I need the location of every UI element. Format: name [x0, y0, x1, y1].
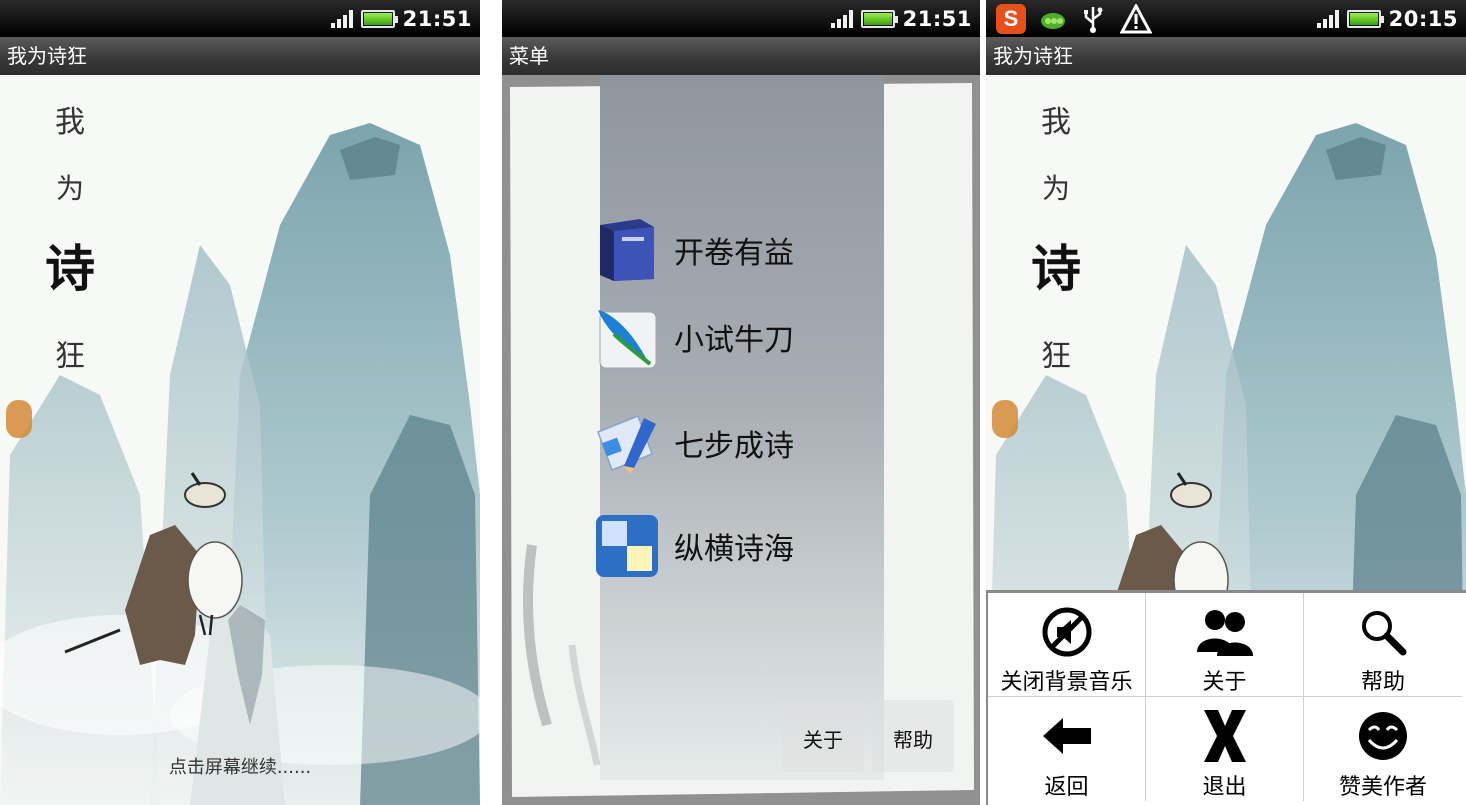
vertical-title: 我 为 诗 狂	[1026, 97, 1086, 375]
x-exit-icon	[1200, 707, 1250, 765]
seal-stamp-icon	[6, 400, 32, 438]
option-mute-music[interactable]: 关闭背景音乐	[988, 593, 1146, 697]
menu-item-compose[interactable]: 七步成诗	[594, 403, 884, 483]
pencil-paper-icon	[594, 410, 660, 476]
checker-grid-icon	[594, 513, 660, 579]
menu-item-practice[interactable]: 小试牛刀	[594, 297, 884, 377]
status-time: 20:15	[1388, 6, 1458, 31]
help-button[interactable]: 帮助	[872, 700, 954, 772]
status-bar: 21:51	[0, 0, 480, 37]
title-char: 为	[55, 172, 84, 205]
battery-icon	[360, 9, 398, 28]
title-char: 我	[55, 105, 85, 140]
magnifier-icon	[1357, 603, 1409, 660]
option-help[interactable]: 帮助	[1304, 593, 1462, 697]
app-title: 菜单	[502, 37, 980, 75]
status-time: 21:51	[902, 6, 972, 31]
feather-icon	[594, 304, 660, 370]
option-praise-author[interactable]: 赞美作者	[1304, 697, 1462, 801]
seal-stamp-icon	[992, 400, 1018, 438]
title-char: 狂	[55, 339, 85, 374]
option-label: 返回	[1044, 775, 1089, 800]
options-menu: 关闭背景音乐 关于 帮助 返回 退出 赞美作者	[986, 590, 1466, 805]
mute-icon	[1041, 603, 1093, 660]
option-back[interactable]: 返回	[988, 697, 1146, 801]
about-button[interactable]: 关于	[782, 700, 864, 772]
pea-icon	[1040, 6, 1066, 32]
signal-icon	[330, 9, 353, 28]
vertical-title: 我 为 诗 狂	[40, 97, 100, 375]
option-label: 退出	[1202, 775, 1247, 800]
option-label: 关于	[1202, 670, 1247, 695]
sogou-icon: S	[996, 3, 1026, 34]
menu-item-label: 七步成诗	[674, 429, 794, 464]
back-arrow-icon	[1041, 707, 1093, 765]
smiley-icon	[1357, 707, 1409, 765]
menu-item-label: 纵横诗海	[674, 532, 794, 567]
status-time: 21:51	[402, 6, 472, 31]
title-char: 我	[1041, 105, 1071, 140]
status-bar: 21:51	[502, 0, 980, 37]
people-icon	[1195, 603, 1255, 660]
book-icon	[594, 217, 660, 283]
warning-icon	[1120, 3, 1152, 34]
signal-icon	[830, 9, 853, 28]
title-char: 为	[1041, 172, 1070, 205]
usb-icon	[1080, 5, 1106, 33]
app-title: 我为诗狂	[986, 37, 1466, 75]
menu-item-label: 开卷有益	[674, 236, 794, 271]
screen-menu: 21:51 菜单 开卷有益 小试牛刀 七步成诗 纵横诗海 关于 帮助	[502, 0, 980, 805]
menu-item-label: 小试牛刀	[674, 323, 794, 358]
option-label: 帮助	[1360, 670, 1405, 695]
option-about[interactable]: 关于	[1146, 593, 1304, 697]
menu-item-explore[interactable]: 纵横诗海	[594, 506, 884, 586]
title-char: 狂	[1041, 339, 1071, 374]
signal-icon	[1316, 9, 1339, 28]
battery-icon	[860, 9, 898, 28]
option-label: 关闭背景音乐	[1000, 670, 1133, 695]
screen-options-menu: S 20:15 我为诗狂 我 为 诗 狂 关闭背景音乐 关于 帮助 返回 退出 …	[986, 0, 1466, 805]
splash-area[interactable]: 我 为 诗 狂 点击屏幕继续......	[0, 75, 480, 805]
menu-area: 开卷有益 小试牛刀 七步成诗 纵横诗海 关于 帮助	[502, 75, 980, 805]
status-bar: S 20:15	[986, 0, 1466, 37]
battery-icon	[1346, 9, 1384, 28]
app-title: 我为诗狂	[0, 37, 480, 75]
title-char: 诗	[45, 239, 95, 298]
tap-to-continue-hint: 点击屏幕继续......	[168, 757, 312, 778]
menu-item-read[interactable]: 开卷有益	[594, 210, 884, 290]
option-label: 赞美作者	[1338, 775, 1427, 800]
option-exit[interactable]: 退出	[1146, 697, 1304, 801]
screen-splash: 21:51 我为诗狂 我 为 诗 狂 点击屏幕继续......	[0, 0, 480, 805]
splash-area[interactable]: 我 为 诗 狂 关闭背景音乐 关于 帮助 返回 退出 赞美作者	[986, 75, 1466, 805]
title-char: 诗	[1031, 239, 1081, 298]
